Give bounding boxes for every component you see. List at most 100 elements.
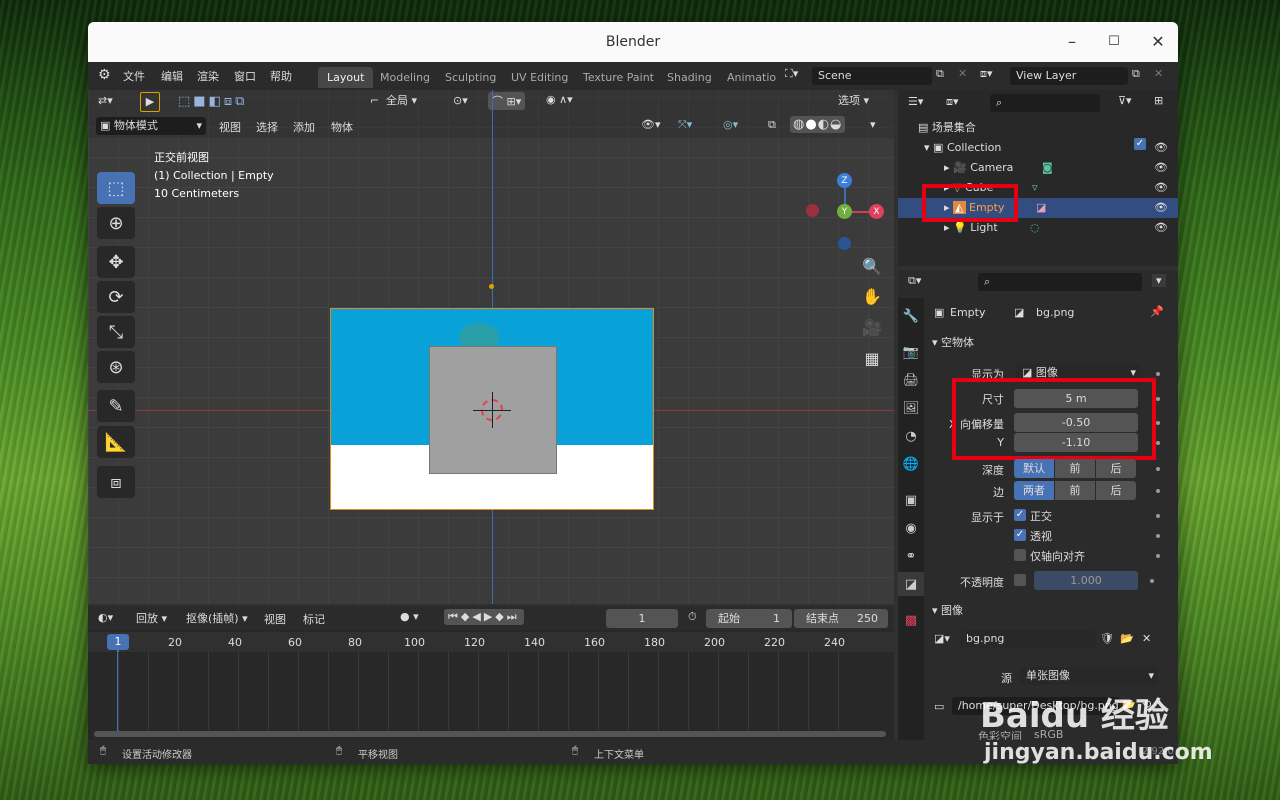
expand-icon[interactable]: ▸ — [944, 221, 950, 234]
collection-checkbox[interactable]: ✓ — [1134, 138, 1146, 150]
playhead-label[interactable]: 1 — [107, 634, 129, 650]
keyframe-dot[interactable] — [1156, 467, 1160, 471]
keyframe-dot[interactable] — [1156, 489, 1160, 493]
select-box-tool[interactable]: ⬚ — [97, 172, 135, 204]
gizmo-x-axis[interactable]: X — [869, 204, 884, 219]
keyframe-dot[interactable] — [1156, 534, 1160, 538]
proportional-edit-icon[interactable]: ◉ ∧▾ — [546, 93, 573, 106]
collection-row[interactable]: ▾ ▣ Collection ✓ 👁 — [898, 138, 1178, 158]
timeline-markers-menu[interactable]: 标记 — [303, 611, 325, 627]
open-image-icon[interactable]: 📂 — [1120, 632, 1134, 645]
keyframe-dot[interactable] — [1150, 579, 1154, 583]
camera-row[interactable]: ▸ 🎥 Camera ◙ 👁 — [898, 158, 1178, 178]
filter-icon[interactable]: ⊽▾ — [1118, 94, 1132, 107]
keyframe-dot[interactable] — [1156, 514, 1160, 518]
menu-object[interactable]: 物体 — [331, 119, 353, 135]
eye-icon[interactable]: 👁 — [1154, 198, 1168, 218]
menu-add[interactable]: 添加 — [293, 119, 315, 135]
source-dropdown[interactable]: 单张图像 ▾ — [1020, 667, 1158, 685]
new-collection-icon[interactable]: ⊞ — [1154, 94, 1163, 107]
constraints-tab-icon[interactable]: ⚭ — [898, 544, 924, 568]
menu-edit[interactable]: 编辑 — [161, 68, 183, 84]
expand-icon[interactable]: ▾ — [924, 141, 930, 154]
view-layer-icon[interactable]: ⧈▾ — [980, 67, 993, 81]
world-tab-icon[interactable]: 🌐 — [898, 452, 924, 476]
record-icon[interactable]: ● ▾ — [400, 610, 419, 623]
display-mode-icon[interactable]: ⧈▾ — [946, 95, 959, 109]
transform-tool[interactable]: ⊛ — [97, 351, 135, 383]
gizmo-z-axis[interactable]: Z — [837, 173, 852, 188]
delete-scene-icon[interactable]: ✕ — [958, 67, 967, 80]
menu-render[interactable]: 渲染 — [197, 68, 219, 84]
expand-icon[interactable]: ▸ — [944, 161, 950, 174]
properties-editor-icon[interactable]: ⧉▾ — [908, 274, 921, 288]
properties-options-icon[interactable]: ▾ — [1152, 274, 1166, 287]
eye-icon[interactable]: 👁 — [1154, 138, 1168, 158]
outliner-search[interactable]: ⌕ — [990, 94, 1100, 112]
mode-dropdown[interactable]: ▣ 物体模式 ▾ — [96, 117, 206, 135]
keyframe-dot[interactable] — [1156, 397, 1160, 401]
view-layer-tab-icon[interactable]: 🖼 — [898, 396, 924, 420]
move-tool[interactable]: ✥ — [97, 246, 135, 278]
delete-view-layer-icon[interactable]: ✕ — [1154, 67, 1163, 80]
opacity-field[interactable]: 1.000 — [1034, 571, 1138, 590]
gizmo-neg-z[interactable] — [838, 237, 851, 250]
ortho-checkbox[interactable]: ✓ — [1014, 509, 1026, 521]
start-frame-field[interactable]: 起始 1 — [706, 609, 792, 628]
xray-icon[interactable]: ⧉ — [768, 118, 776, 132]
tool-tab-icon[interactable]: 🔧 — [898, 304, 924, 328]
keyframe-dot[interactable] — [1156, 421, 1160, 425]
3d-viewport[interactable]: ⇄▾ ▶ ⬚■◧⧈⧉ ⌐ 全局 ▾ ⊙▾ ⌒ ⊞▾ ◉ ∧▾ 选项 ▾ ▣ 物体… — [88, 90, 894, 604]
opacity-checkbox[interactable] — [1014, 574, 1026, 586]
depth-front-button[interactable]: 前 — [1055, 459, 1095, 478]
object-data-tab-icon[interactable]: ◪ — [898, 572, 924, 596]
timeline-editor[interactable]: ◐▾ 回放 ▾ 抠像(插帧) ▾ 视图 标记 ● ▾ ⏮◆◀▶◆⏭ 1 ⏱ 起始… — [88, 606, 894, 740]
overlay-toggle-icon[interactable]: ◎▾ — [723, 118, 738, 131]
gizmo-toggle-icon[interactable]: ⤧▾ — [678, 118, 692, 132]
timeline-scrollbar[interactable] — [94, 731, 886, 737]
tab-modeling[interactable]: Modeling — [371, 67, 439, 88]
persp-checkbox[interactable]: ✓ — [1014, 529, 1026, 541]
shading-options-icon[interactable]: ▾ — [870, 118, 876, 131]
end-frame-field[interactable]: 结束点 250 — [794, 609, 888, 628]
fake-user-icon[interactable]: 🛡 — [1100, 632, 1114, 645]
keyframe-dot[interactable] — [1156, 554, 1160, 558]
render-tab-icon[interactable]: 📷 — [898, 340, 924, 364]
zoom-icon[interactable]: 🔍 — [858, 252, 886, 280]
depth-default-button[interactable]: 默认 — [1014, 459, 1054, 478]
menu-select[interactable]: 选择 — [256, 119, 278, 135]
object-tab-icon[interactable]: ▣ — [898, 488, 924, 512]
menu-help[interactable]: 帮助 — [270, 68, 292, 84]
outliner-editor-icon[interactable]: ☰▾ — [908, 95, 923, 108]
close-button[interactable]: ✕ — [1138, 22, 1178, 62]
side-front-button[interactable]: 前 — [1055, 481, 1095, 500]
timer-icon[interactable]: ⏱ — [688, 610, 697, 624]
selection-mode-icons[interactable]: ⬚■◧⧈⧉ — [178, 94, 247, 109]
pivot-icon[interactable]: ⊙▾ — [453, 94, 468, 107]
image-datablock-field[interactable]: bg.png — [960, 630, 1096, 648]
eye-icon[interactable]: 👁 — [1154, 218, 1168, 238]
measure-tool[interactable]: 📐 — [97, 426, 135, 458]
current-frame-field[interactable]: 1 — [606, 609, 678, 628]
physics-tab-icon[interactable]: ◉ — [898, 516, 924, 540]
scale-tool[interactable]: ⤡ — [97, 316, 135, 348]
playback-dropdown[interactable]: 回放 ▾ — [136, 610, 167, 626]
blender-logo-icon[interactable]: ⚙ — [98, 67, 111, 83]
options-dropdown[interactable]: 选项 ▾ — [838, 92, 869, 108]
shading-mode-icons[interactable]: ◍●◐◒ — [790, 116, 846, 133]
gizmo-y-axis[interactable]: Y — [837, 204, 852, 219]
eye-icon[interactable]: 👁 — [1154, 158, 1168, 178]
output-tab-icon[interactable]: 🖨 — [898, 368, 924, 392]
scene-tab-icon[interactable]: ◔ — [898, 424, 924, 448]
depth-back-button[interactable]: 后 — [1096, 459, 1136, 478]
image-browse-icon[interactable]: ◪▾ — [934, 632, 950, 645]
unlink-image-icon[interactable]: ✕ — [1142, 632, 1151, 645]
scene-collection-row[interactable]: ▤ 场景集合 — [898, 118, 1178, 138]
scene-icon[interactable]: ⛶▾ — [785, 67, 798, 81]
tab-animation[interactable]: Animatio — [718, 67, 785, 88]
tab-uv-editing[interactable]: UV Editing — [502, 67, 577, 88]
menu-view[interactable]: 视图 — [219, 119, 241, 135]
select-tool-icon[interactable]: ▶ — [140, 92, 160, 112]
timeline-editor-icon[interactable]: ◐▾ — [98, 611, 113, 624]
snap-icon[interactable]: ⌒ ⊞▾ — [488, 92, 526, 110]
